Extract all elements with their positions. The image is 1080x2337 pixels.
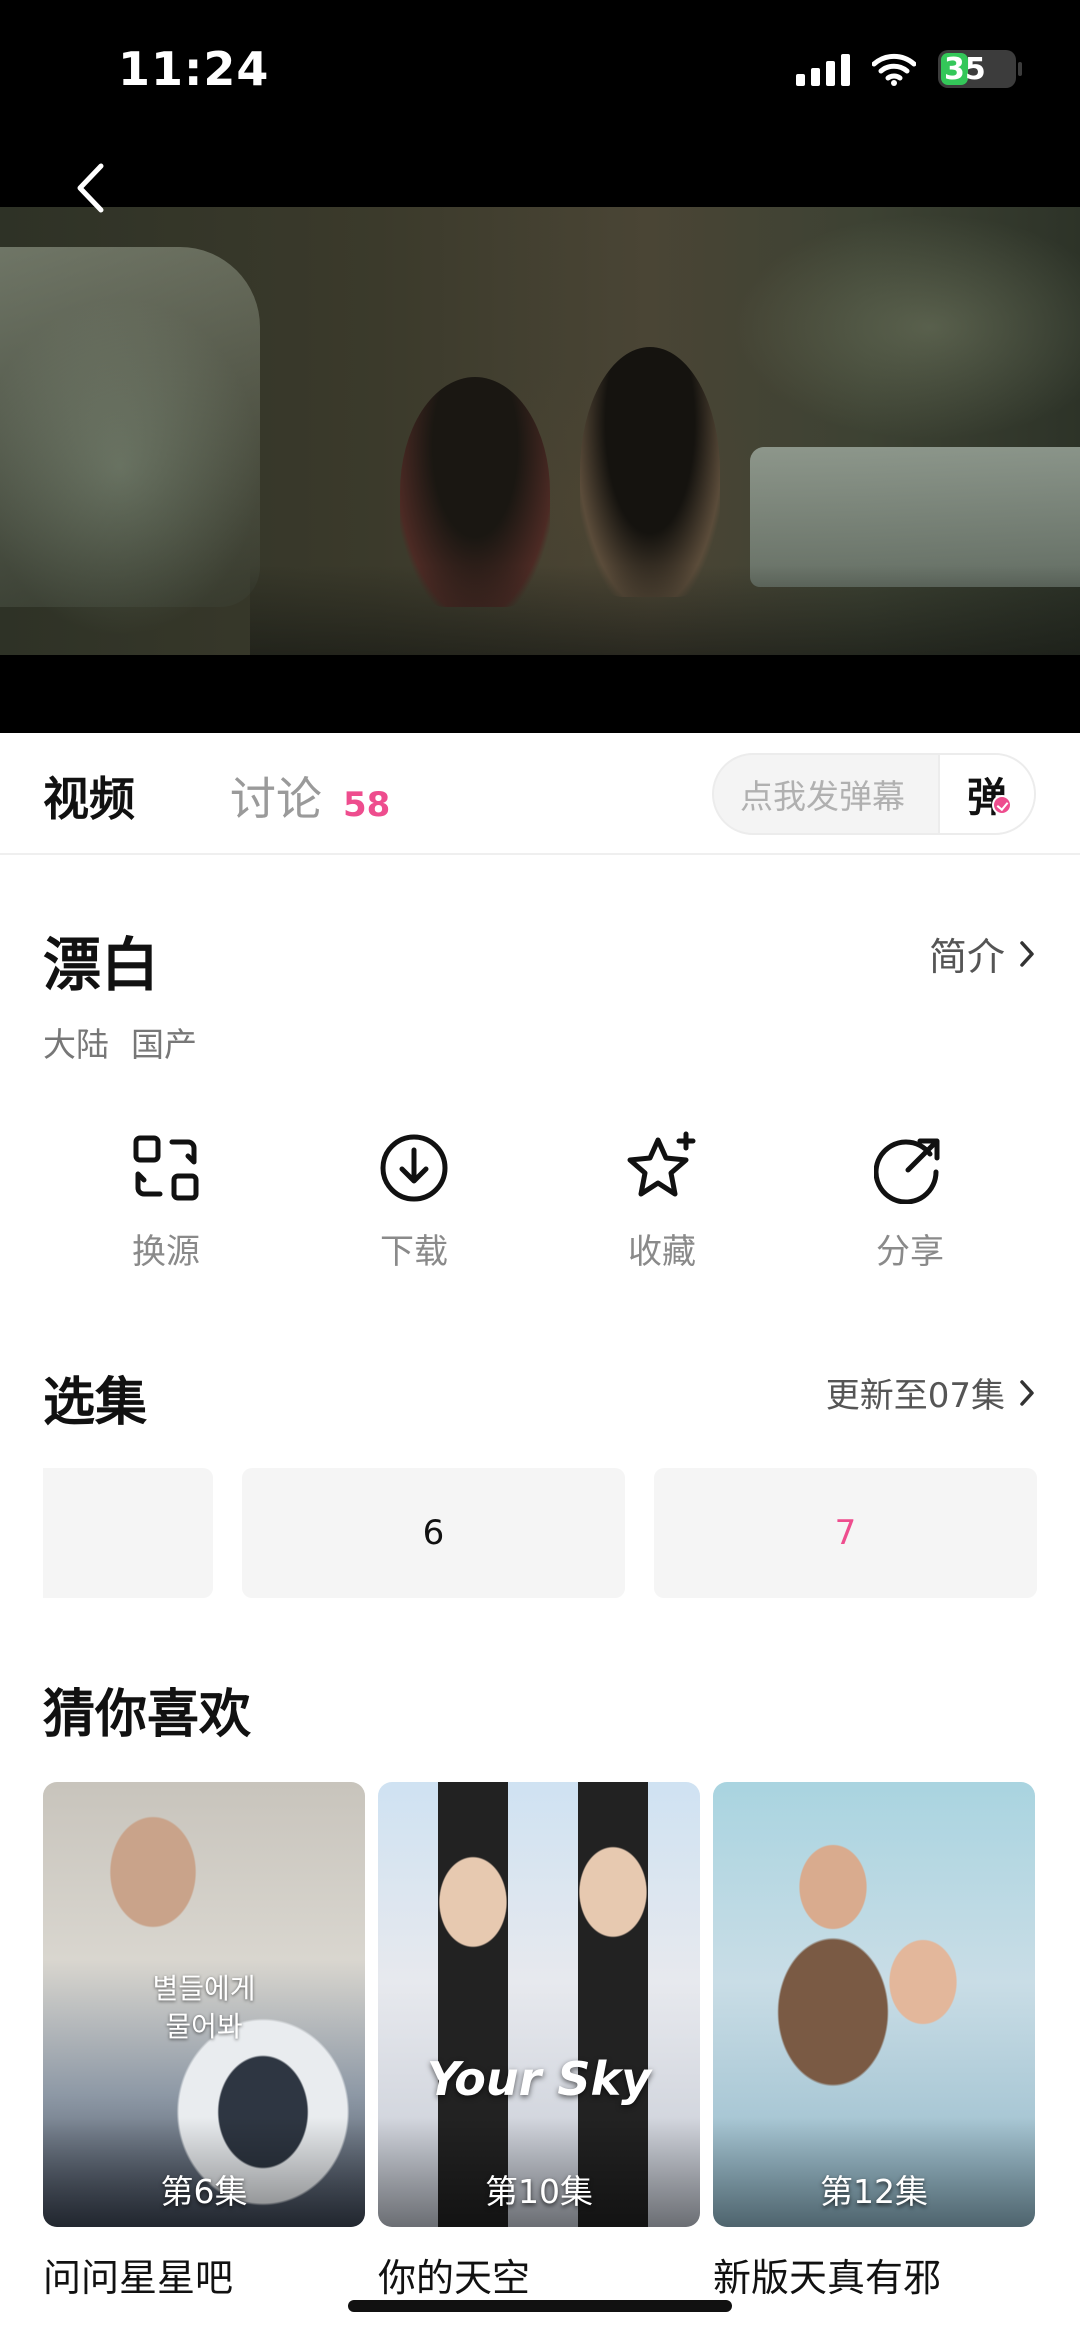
episode-badge: 第10集 [485,2172,593,2211]
download-button[interactable]: 下载 [314,1130,514,1273]
recommend-item[interactable]: 별들에게 물어봐 第6集 问问星星吧 [43,1782,365,2302]
intro-link[interactable]: 简介 [929,926,1035,981]
tab-discuss[interactable]: 讨论 [230,763,322,829]
star-icon [624,1130,700,1206]
share-button[interactable]: 分享 [810,1130,1010,1273]
tag-origin: 国产 [131,1025,197,1064]
switch-source-icon [128,1130,204,1206]
status-bar: 11:24 35 [0,0,1080,207]
poster-image: 第12集 [713,1782,1035,2227]
episodes-title: 选集 [43,1373,148,1433]
back-button[interactable] [70,158,110,218]
share-icon [872,1130,948,1206]
poster-image: 별들에게 물어봐 第6集 [43,1782,365,2227]
video-player[interactable] [0,207,1080,655]
status-icons: 35 [796,50,1022,88]
episodes-update-label: 更新至07集 [825,1376,1005,1416]
poster-image: Your Sky 第10集 [378,1782,700,2227]
recommend-name: 新版天真有邪 [713,2256,942,2300]
switch-source-label: 换源 [132,1232,200,1272]
action-row: 换源 下载 收藏 分享 [0,1130,1080,1280]
poster-title-art: 별들에게 물어봐 [152,1972,256,2043]
danmu-box: 点我发弹幕 弹 [712,753,1036,835]
screen: 11:24 35 视频 讨论 58 点我发弹幕 弹 漂白 简介 大陆 国产 换源… [0,0,1080,2337]
recommend-item[interactable]: Your Sky 第10集 你的天空 [378,1782,700,2302]
episode-card-current[interactable]: 7 [654,1468,1037,1598]
tag-region: 大陆 [43,1025,109,1064]
danmu-input[interactable]: 点我发弹幕 [714,770,938,818]
episode-card[interactable] [43,1468,213,1598]
episode-badge: 第12集 [820,2172,928,2211]
episode-badge: 第6集 [160,2172,248,2211]
recommend-title: 猜你喜欢 [43,1685,252,1745]
danmu-toggle-button[interactable]: 弹 [938,755,1034,833]
tab-bar: 视频 讨论 58 点我发弹幕 弹 [0,733,1080,855]
home-indicator [348,2300,732,2312]
favorite-label: 收藏 [628,1232,696,1272]
intro-label: 简介 [928,935,1005,979]
recommend-name: 问问星星吧 [43,2256,234,2300]
poster-title-art: Your Sky [426,2052,652,2106]
chevron-right-icon [1020,1379,1034,1406]
battery-percent: 35 [944,51,986,87]
video-letterbox [0,655,1080,733]
chevron-right-icon [1020,940,1034,967]
status-time: 11:24 [118,42,270,96]
discuss-count-badge: 58 [343,785,391,825]
wifi-icon [872,52,916,86]
episode-card[interactable]: 6 [242,1468,625,1598]
cellular-signal-icon [796,52,850,86]
danmu-on-check-icon [992,795,1012,815]
download-icon [376,1130,452,1206]
share-label: 分享 [876,1232,944,1272]
recommend-item[interactable]: 第12集 新版天真有邪 [713,1782,1035,2302]
tab-video[interactable]: 视频 [43,763,135,829]
download-label: 下载 [380,1232,448,1272]
battery-icon: 35 [938,50,1022,88]
favorite-button[interactable]: 收藏 [562,1130,762,1273]
show-title: 漂白 [43,931,160,999]
show-tags: 大陆 国产 [43,1018,197,1066]
switch-source-button[interactable]: 换源 [66,1130,266,1273]
episodes-more-link[interactable]: 更新至07集 [826,1368,1035,1417]
recommend-name: 你的天空 [378,2256,531,2300]
chevron-left-icon [77,163,104,213]
